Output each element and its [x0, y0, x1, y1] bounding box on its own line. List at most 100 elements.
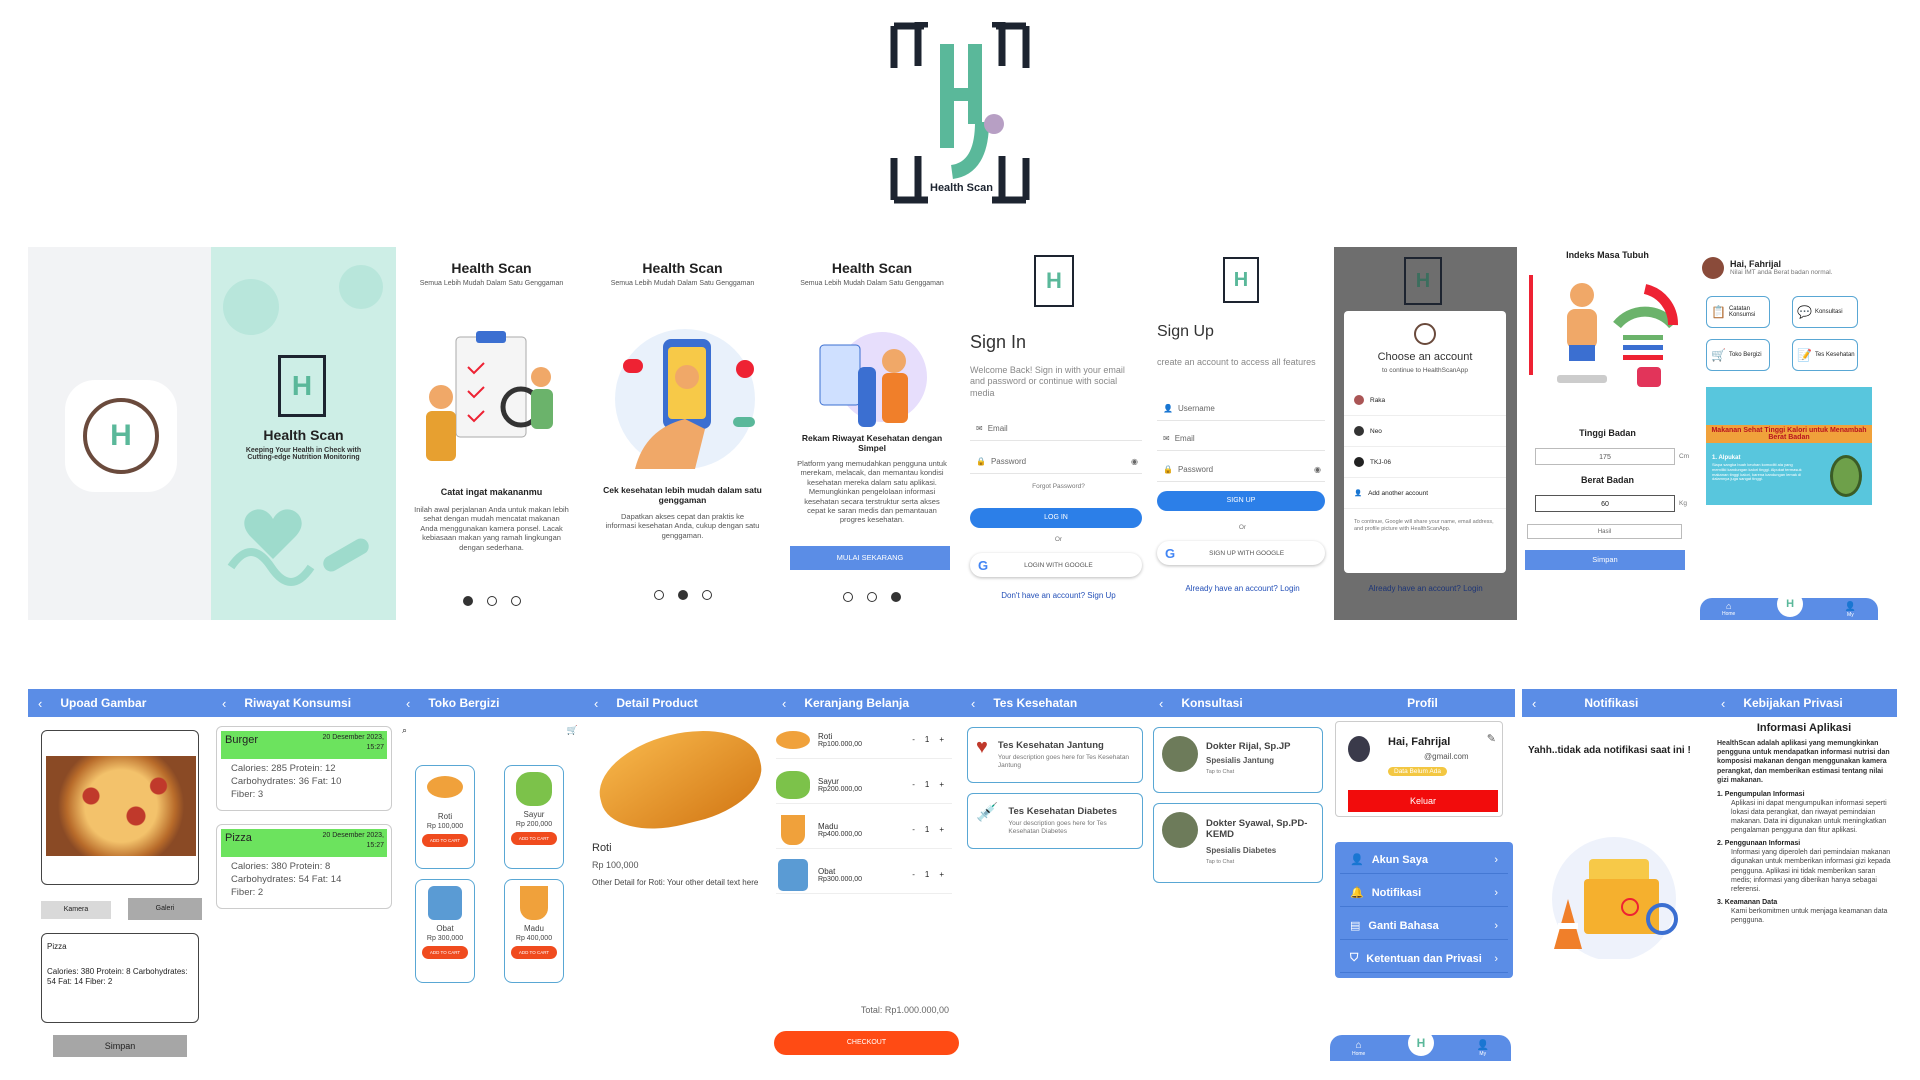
start-button[interactable]: MULAI SEKARANG: [790, 546, 950, 570]
product-card[interactable]: Obat Rp 300,000 ADD TO CART: [415, 879, 475, 983]
product-card[interactable]: Roti Rp 100,000 ADD TO CART: [415, 765, 475, 869]
pager-dot[interactable]: [510, 596, 521, 606]
history-card[interactable]: Burger 20 Desember 2023, 15:27 Calories: …: [216, 726, 392, 811]
pager-dot[interactable]: [677, 590, 688, 600]
save-button[interactable]: Simpan: [53, 1035, 187, 1057]
tab-home[interactable]: ⌂ Home: [1722, 601, 1735, 617]
gallery-button[interactable]: Galeri: [128, 898, 202, 920]
scan-button[interactable]: H: [1777, 591, 1804, 617]
doctor-card[interactable]: Dokter Syawal, Sp.PD-KEMD Spesialis Diabe…: [1153, 803, 1323, 883]
password-field[interactable]: 🔒 Password ◉: [1157, 458, 1325, 482]
logout-button[interactable]: Keluar: [1348, 790, 1498, 812]
username-field[interactable]: 👤 Username: [1157, 397, 1325, 421]
cart-item[interactable]: Roti Rp100.000,00 -1 +: [776, 721, 952, 759]
add-to-cart-button[interactable]: ADD TO CART: [511, 832, 557, 845]
back-arrow-icon[interactable]: ‹: [1721, 696, 1725, 711]
back-arrow-icon[interactable]: ‹: [782, 696, 786, 711]
account-row[interactable]: TKJ-06: [1344, 447, 1506, 479]
plus-button[interactable]: +: [939, 780, 944, 789]
pager-dot[interactable]: [462, 596, 473, 606]
pager-dot[interactable]: [653, 590, 664, 600]
minus-button[interactable]: -: [912, 870, 915, 879]
menu-ganti-bahasa[interactable]: ▤ Ganti Bahasa ›: [1340, 912, 1508, 940]
pager-dot[interactable]: [701, 590, 712, 600]
pager-dots[interactable]: [587, 590, 778, 600]
camera-button[interactable]: Kamera: [41, 901, 111, 919]
back-arrow-icon[interactable]: ‹: [222, 696, 226, 711]
eye-icon[interactable]: ◉: [1131, 457, 1142, 466]
account-row[interactable]: Raka: [1344, 385, 1506, 417]
pager-dots[interactable]: [778, 592, 966, 602]
test-card[interactable]: 💉 Tes Kesehatan Diabetes Your description…: [967, 793, 1143, 849]
back-arrow-icon[interactable]: ‹: [38, 696, 42, 711]
login-link[interactable]: Already have an account? Login: [1151, 584, 1334, 593]
doctor-card[interactable]: Dokter Rijal, Sp.JP Spesialis Jantung Tap …: [1153, 727, 1323, 793]
minus-button[interactable]: -: [912, 780, 915, 789]
cart-icon[interactable]: 🛒: [567, 725, 578, 741]
pager-dots[interactable]: [396, 596, 587, 606]
quantity-stepper[interactable]: -1 +: [912, 780, 952, 789]
cart-item[interactable]: Sayur Rp200.000,00 -1 +: [776, 766, 952, 804]
menu-konsultasi[interactable]: 💬 Konsultasi: [1792, 296, 1858, 328]
scan-button[interactable]: H: [1407, 1030, 1434, 1056]
login-link[interactable]: Already have an account? Login: [1334, 584, 1517, 593]
menu-toko-bergizi[interactable]: 🛒 Toko Bergizi: [1706, 339, 1770, 371]
cart-item[interactable]: Obat Rp300.000,00 -1 +: [776, 856, 952, 894]
add-to-cart-button[interactable]: ADD TO CART: [422, 834, 468, 847]
checkout-button[interactable]: CHECKOUT: [774, 1031, 959, 1055]
menu-notifikasi[interactable]: 🔔 Notifikasi ›: [1340, 879, 1508, 907]
tab-my[interactable]: 👤 My: [1845, 601, 1856, 618]
login-button[interactable]: LOG IN: [970, 508, 1142, 528]
eye-icon[interactable]: ◉: [1314, 465, 1325, 474]
password-field[interactable]: 🔒 Password ◉: [970, 450, 1142, 474]
tab-home[interactable]: ⌂ Home: [1352, 1040, 1365, 1057]
history-card[interactable]: Pizza 20 Desember 2023, 15:27 Calories: 3…: [216, 824, 392, 909]
edit-icon[interactable]: ✎: [1487, 732, 1496, 745]
pager-dot[interactable]: [486, 596, 497, 606]
plus-button[interactable]: +: [939, 870, 944, 879]
height-label: Tinggi Badan: [1579, 428, 1636, 438]
sign-in-subtitle: Welcome Back! Sign in with your email an…: [970, 365, 1125, 398]
quantity-stepper[interactable]: -1 +: [912, 870, 952, 879]
bmi-save-button[interactable]: Simpan: [1525, 550, 1685, 570]
add-to-cart-button[interactable]: ADD TO CART: [511, 946, 557, 959]
forgot-password-link[interactable]: Forgot Password?: [966, 483, 1151, 491]
minus-button[interactable]: -: [912, 735, 915, 744]
menu-tes-kesehatan[interactable]: 📝 Tes Kesehatan: [1792, 339, 1858, 371]
add-to-cart-button[interactable]: ADD TO CART: [422, 946, 468, 959]
cart-item[interactable]: Madu Rp400.000,00 -1 +: [776, 811, 952, 849]
minus-button[interactable]: -: [912, 825, 915, 834]
back-arrow-icon[interactable]: ‹: [406, 696, 410, 711]
test-card[interactable]: ♥ Tes Kesehatan Jantung Your description …: [967, 727, 1143, 783]
pager-dot[interactable]: [891, 592, 901, 602]
weight-input[interactable]: 60: [1535, 495, 1675, 512]
height-input[interactable]: 175: [1535, 448, 1675, 465]
google-signup-button[interactable]: G SIGN UP WITH GOOGLE: [1157, 541, 1325, 565]
plus-button[interactable]: +: [939, 735, 944, 744]
quantity-stepper[interactable]: -1 +: [912, 735, 952, 744]
email-field[interactable]: ✉ Email: [970, 417, 1142, 441]
tab-my[interactable]: 👤 My: [1477, 1040, 1489, 1057]
email-field[interactable]: ✉ Email: [1157, 427, 1325, 451]
search-bar[interactable]: ⌕ 🛒: [402, 725, 578, 741]
google-login-button[interactable]: G LOGIN WITH GOOGLE: [970, 553, 1142, 577]
sign-in-title: Sign In: [970, 332, 1027, 352]
account-row[interactable]: Neo: [1344, 416, 1506, 448]
product-card[interactable]: Sayur Rp 200,000 ADD TO CART: [504, 765, 564, 869]
pager-dot[interactable]: [843, 592, 853, 602]
menu-ketentuan-privasi[interactable]: ⛉ Ketentuan dan Privasi ›: [1340, 945, 1508, 973]
pager-dot[interactable]: [867, 592, 877, 602]
health-banner[interactable]: Makanan Sehat Tinggi Kalori untuk Menamb…: [1706, 387, 1872, 505]
back-arrow-icon[interactable]: ‹: [594, 696, 598, 711]
quantity-stepper[interactable]: -1 +: [912, 825, 952, 834]
sign-up-button[interactable]: SIGN UP: [1157, 491, 1325, 511]
back-arrow-icon[interactable]: ‹: [971, 696, 975, 711]
menu-akun-saya[interactable]: 👤 Akun Saya ›: [1340, 846, 1508, 874]
back-arrow-icon[interactable]: ‹: [1532, 696, 1536, 711]
menu-catatan-konsumsi[interactable]: 📋 Catatan Konsumsi: [1706, 296, 1770, 328]
plus-button[interactable]: +: [939, 825, 944, 834]
product-card[interactable]: Madu Rp 400,000 ADD TO CART: [504, 879, 564, 983]
back-arrow-icon[interactable]: ‹: [1159, 696, 1163, 711]
sign-up-link[interactable]: Don't have an account? Sign Up: [966, 591, 1151, 600]
add-account-row[interactable]: 👤 Add another account: [1344, 478, 1506, 510]
